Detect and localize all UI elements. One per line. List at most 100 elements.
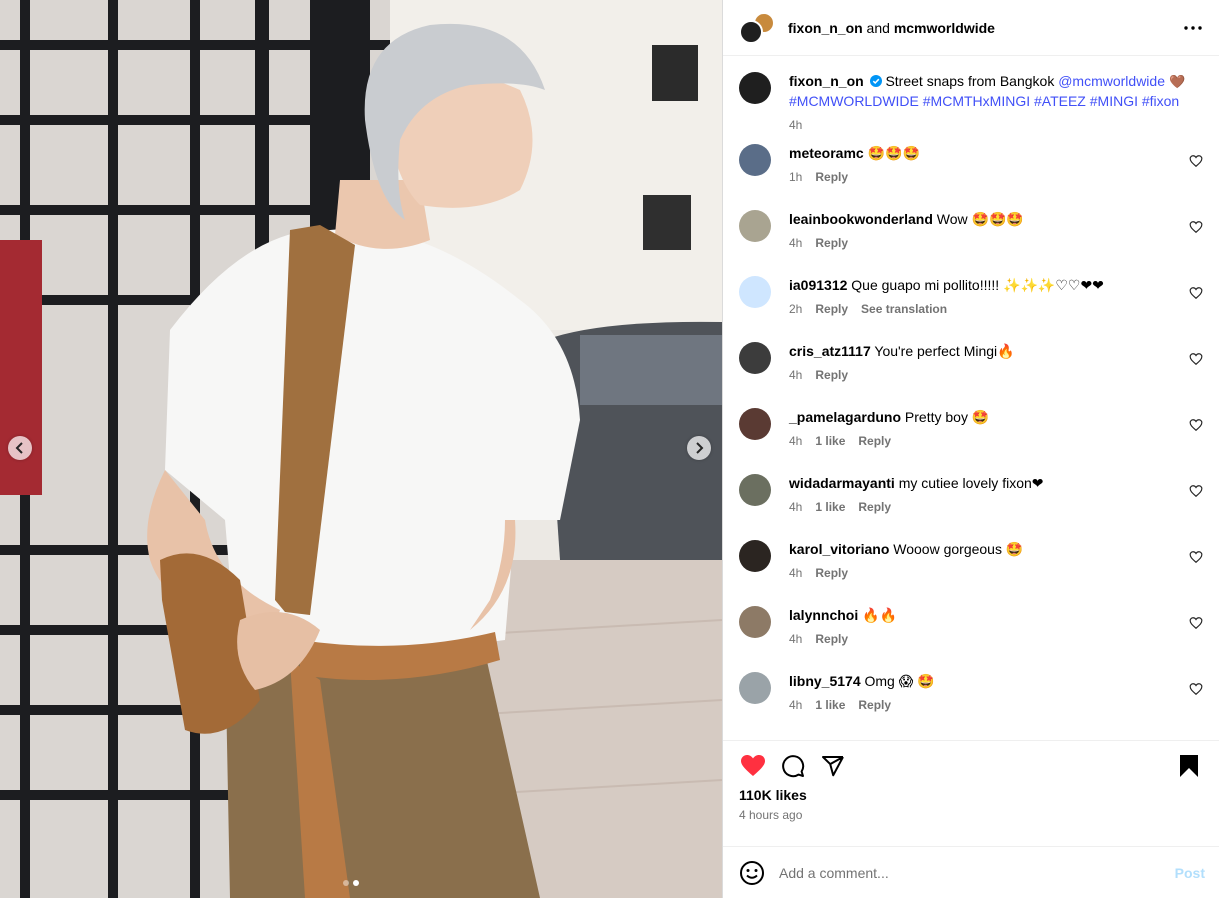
reply-button[interactable]: Reply (815, 234, 848, 250)
comment-username[interactable]: karol_vitoriano (789, 541, 889, 557)
collab-avatars[interactable] (739, 11, 779, 44)
comment-avatar[interactable] (739, 672, 771, 704)
comment-username[interactable]: cris_atz1117 (789, 343, 871, 359)
comment-time[interactable]: 1h (789, 168, 802, 184)
comment-time[interactable]: 4h (789, 498, 802, 514)
caption-username[interactable]: fixon_n_on (789, 73, 864, 89)
reply-button[interactable]: Reply (858, 498, 891, 514)
comment-username[interactable]: libny_5174 (789, 673, 861, 689)
comment-username[interactable]: meteoramc (789, 145, 864, 161)
comment-text: You're perfect Mingi🔥 (870, 343, 1015, 359)
caption-time: 4h (789, 118, 803, 132)
comment-item: libny_5174 Omg 😱 🤩 4h 1 like Reply (739, 672, 1203, 738)
comment-avatar[interactable] (739, 210, 771, 242)
comment-time[interactable]: 4h (789, 366, 802, 382)
add-comment-input[interactable] (779, 864, 1175, 881)
coauthor-username-link[interactable]: mcmworldwide (894, 20, 995, 36)
comment-username[interactable]: _pamelagarduno (789, 409, 901, 425)
comment-container: meteoramc 🤩🤩🤩 1h Reply leainbookwonderland … (739, 144, 1203, 738)
chevron-left-icon (15, 442, 23, 454)
comment-time[interactable]: 4h (789, 234, 802, 250)
bookmark-filled-icon (1180, 755, 1198, 777)
comment-username[interactable]: lalynnchoi (789, 607, 858, 623)
post-comment-button[interactable]: Post (1175, 865, 1205, 881)
caption-text: Street snaps from Bangkok (881, 73, 1059, 89)
post-time-ago[interactable]: 4 hours ago (739, 808, 1203, 822)
comment-username[interactable]: widadarmayanti (789, 475, 895, 491)
comment-avatar[interactable] (739, 276, 771, 308)
comment-text: Wooow gorgeous 🤩 (889, 541, 1024, 557)
comment-like-heart-icon[interactable] (1189, 220, 1203, 234)
reply-button[interactable]: Reply (858, 696, 891, 712)
like-button[interactable] (739, 752, 767, 780)
more-horizontal-icon (1184, 25, 1202, 30)
likes-count[interactable]: 110K likes (739, 787, 1203, 803)
comment-avatar[interactable] (739, 144, 771, 176)
comment-like-heart-icon[interactable] (1189, 352, 1203, 366)
comment-item: lalynnchoi 🔥🔥 4h Reply (739, 606, 1203, 672)
comment-item: _pamelagarduno Pretty boy 🤩 4h 1 like Reply (739, 408, 1203, 474)
post-photo (0, 0, 722, 898)
comment-like-heart-icon[interactable] (1189, 418, 1203, 432)
caption-hashtags[interactable]: #MCMWORLDWIDE #MCMTHxMINGI #ATEEZ #MINGI… (789, 93, 1179, 109)
author-username-link[interactable]: fixon_n_on (788, 20, 863, 36)
post-media[interactable] (0, 0, 722, 898)
more-options-button[interactable] (1181, 16, 1205, 40)
comment-text: Pretty boy 🤩 (901, 409, 990, 425)
reply-button[interactable]: Reply (815, 630, 848, 646)
share-button[interactable] (819, 752, 847, 780)
comment-text: Omg 😱 🤩 (860, 673, 935, 689)
comment-time[interactable]: 2h (789, 300, 802, 316)
comment-avatar[interactable] (739, 408, 771, 440)
reply-button[interactable]: Reply (815, 300, 848, 316)
comment-like-heart-icon[interactable] (1189, 154, 1203, 168)
comment-username[interactable]: ia091312 (789, 277, 847, 293)
next-slide-button[interactable] (687, 436, 711, 460)
comment-likes[interactable]: 1 like (815, 696, 845, 712)
comment-like-heart-icon[interactable] (1189, 550, 1203, 564)
comment-item: meteoramc 🤩🤩🤩 1h Reply (739, 144, 1203, 210)
see-translation-button[interactable]: See translation (861, 300, 947, 316)
comment-like-heart-icon[interactable] (1189, 682, 1203, 696)
comment-like-heart-icon[interactable] (1189, 286, 1203, 300)
comment-text: 🔥🔥 (858, 607, 897, 623)
caption-mention-link[interactable]: @mcmworldwide (1058, 73, 1165, 89)
comment-time[interactable]: 4h (789, 432, 802, 448)
reply-button[interactable]: Reply (815, 168, 848, 184)
caption-avatar[interactable] (739, 72, 771, 104)
emoji-smile-icon[interactable] (739, 860, 765, 886)
reply-button[interactable]: Reply (815, 366, 848, 382)
post-actions: 110K likes 4 hours ago (723, 740, 1219, 846)
author-avatar[interactable] (739, 19, 763, 44)
comment-like-heart-icon[interactable] (1189, 484, 1203, 498)
comment-time[interactable]: 4h (789, 564, 802, 580)
comment-time[interactable]: 4h (789, 630, 802, 646)
post-side-panel: fixon_n_on and mcmworldwide fixon_n_on S… (722, 0, 1219, 898)
comment-username[interactable]: leainbookwonderland (789, 211, 933, 227)
comment-avatar[interactable] (739, 540, 771, 572)
share-send-icon (822, 756, 844, 777)
post-header: fixon_n_on and mcmworldwide (723, 0, 1219, 56)
comment-bubble-icon (782, 755, 805, 778)
comment-text: my cutiee lovely fixon❤ (894, 475, 1044, 491)
comment-avatar[interactable] (739, 606, 771, 638)
previous-slide-button[interactable] (8, 436, 32, 460)
comment-button[interactable] (779, 752, 807, 780)
comment-avatar[interactable] (739, 474, 771, 506)
comment-text: Que guapo mi pollito!!!!! ✨✨✨♡♡❤❤ (847, 277, 1104, 293)
comment-avatar[interactable] (739, 342, 771, 374)
comment-like-heart-icon[interactable] (1189, 616, 1203, 630)
add-comment-bar: Post (723, 846, 1219, 898)
reply-button[interactable]: Reply (815, 564, 848, 580)
verified-badge-icon (869, 75, 882, 87)
comment-item: karol_vitoriano Wooow gorgeous 🤩 4h Reply (739, 540, 1203, 606)
carousel-dot (343, 880, 349, 886)
comment-likes[interactable]: 1 like (815, 498, 845, 514)
heart-filled-icon (741, 755, 765, 776)
comment-time[interactable]: 4h (789, 696, 802, 712)
reply-button[interactable]: Reply (858, 432, 891, 448)
save-button[interactable] (1175, 752, 1203, 780)
header-connector: and (862, 19, 894, 36)
comment-likes[interactable]: 1 like (815, 432, 845, 448)
comments-list[interactable]: fixon_n_on Street snaps from Bangkok @mc… (723, 56, 1219, 740)
